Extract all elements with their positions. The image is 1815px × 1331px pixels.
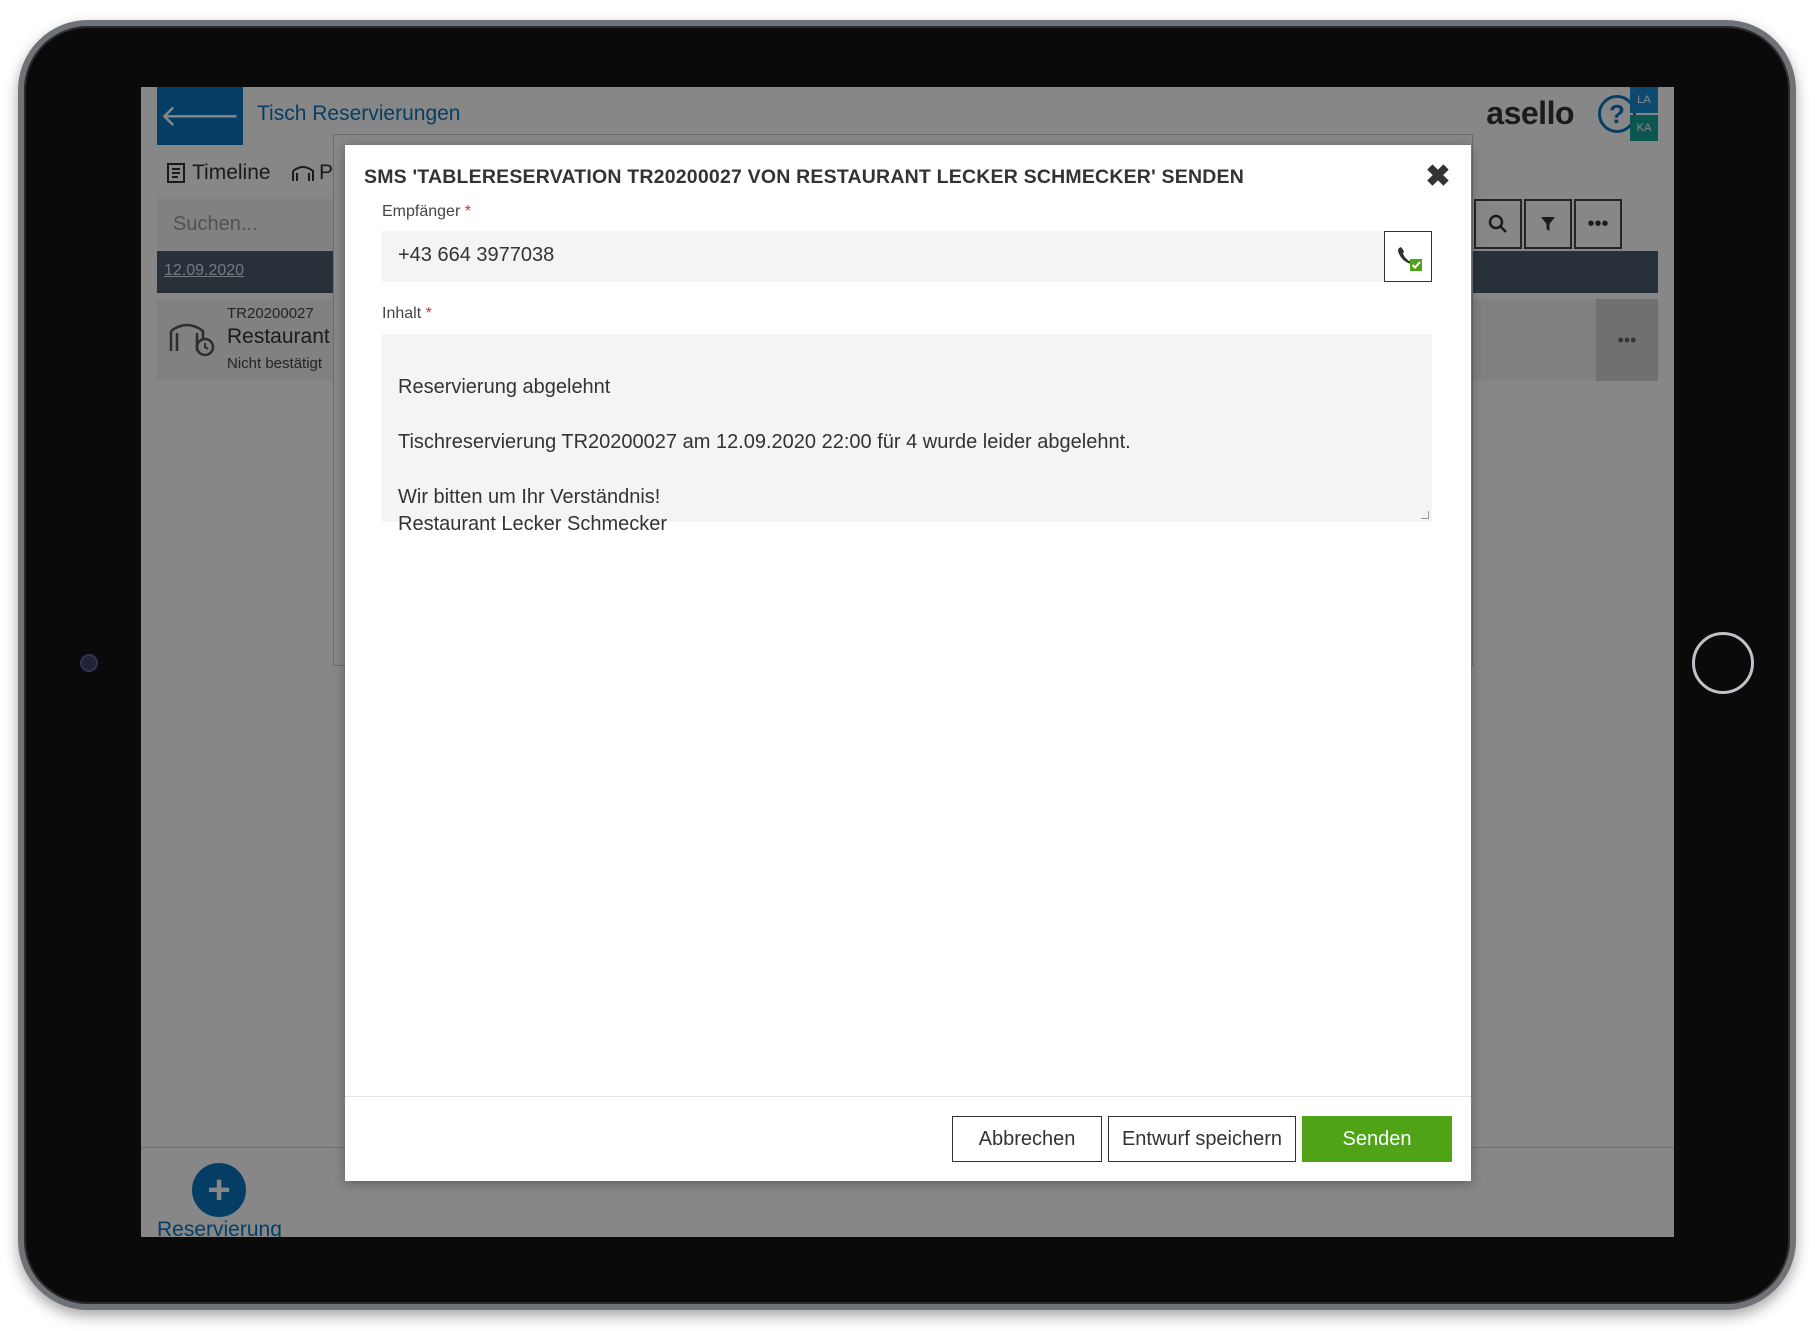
- dialog-footer: Abbrechen Entwurf speichern Senden: [345, 1096, 1471, 1181]
- required-marker: *: [425, 305, 432, 322]
- send-button[interactable]: Senden: [1302, 1116, 1452, 1162]
- screen: 🡐 Tisch Reservierungen asello ? LA KA Ti…: [141, 87, 1674, 1237]
- close-icon: ✖: [1425, 159, 1451, 193]
- resize-grip[interactable]: [1421, 511, 1429, 519]
- save-draft-button[interactable]: Entwurf speichern: [1108, 1116, 1296, 1162]
- content-textarea[interactable]: Reservierung abgelehnt Tischreservierung…: [382, 334, 1432, 535]
- close-button[interactable]: ✖: [1421, 159, 1455, 193]
- content-label-text: Inhalt: [382, 305, 422, 322]
- required-marker: *: [464, 203, 471, 220]
- recipient-label-text: Empfänger: [382, 203, 461, 220]
- camera: [80, 654, 98, 672]
- sms-dialog: SMS 'TABLERESERVATION TR20200027 VON RES…: [345, 145, 1471, 1181]
- content-text: Reservierung abgelehnt Tischreservierung…: [398, 375, 1131, 536]
- recipient-field[interactable]: +43 664 3977038: [382, 231, 1432, 282]
- recipient-label: Empfänger *: [382, 203, 471, 221]
- home-button[interactable]: [1692, 632, 1754, 694]
- phone-contact-button[interactable]: [1384, 231, 1432, 282]
- phone-check-icon: [1398, 246, 1422, 271]
- dialog-title: SMS 'TABLERESERVATION TR20200027 VON RES…: [364, 166, 1245, 188]
- cancel-button[interactable]: Abbrechen: [952, 1116, 1102, 1162]
- content-label: Inhalt *: [382, 305, 432, 323]
